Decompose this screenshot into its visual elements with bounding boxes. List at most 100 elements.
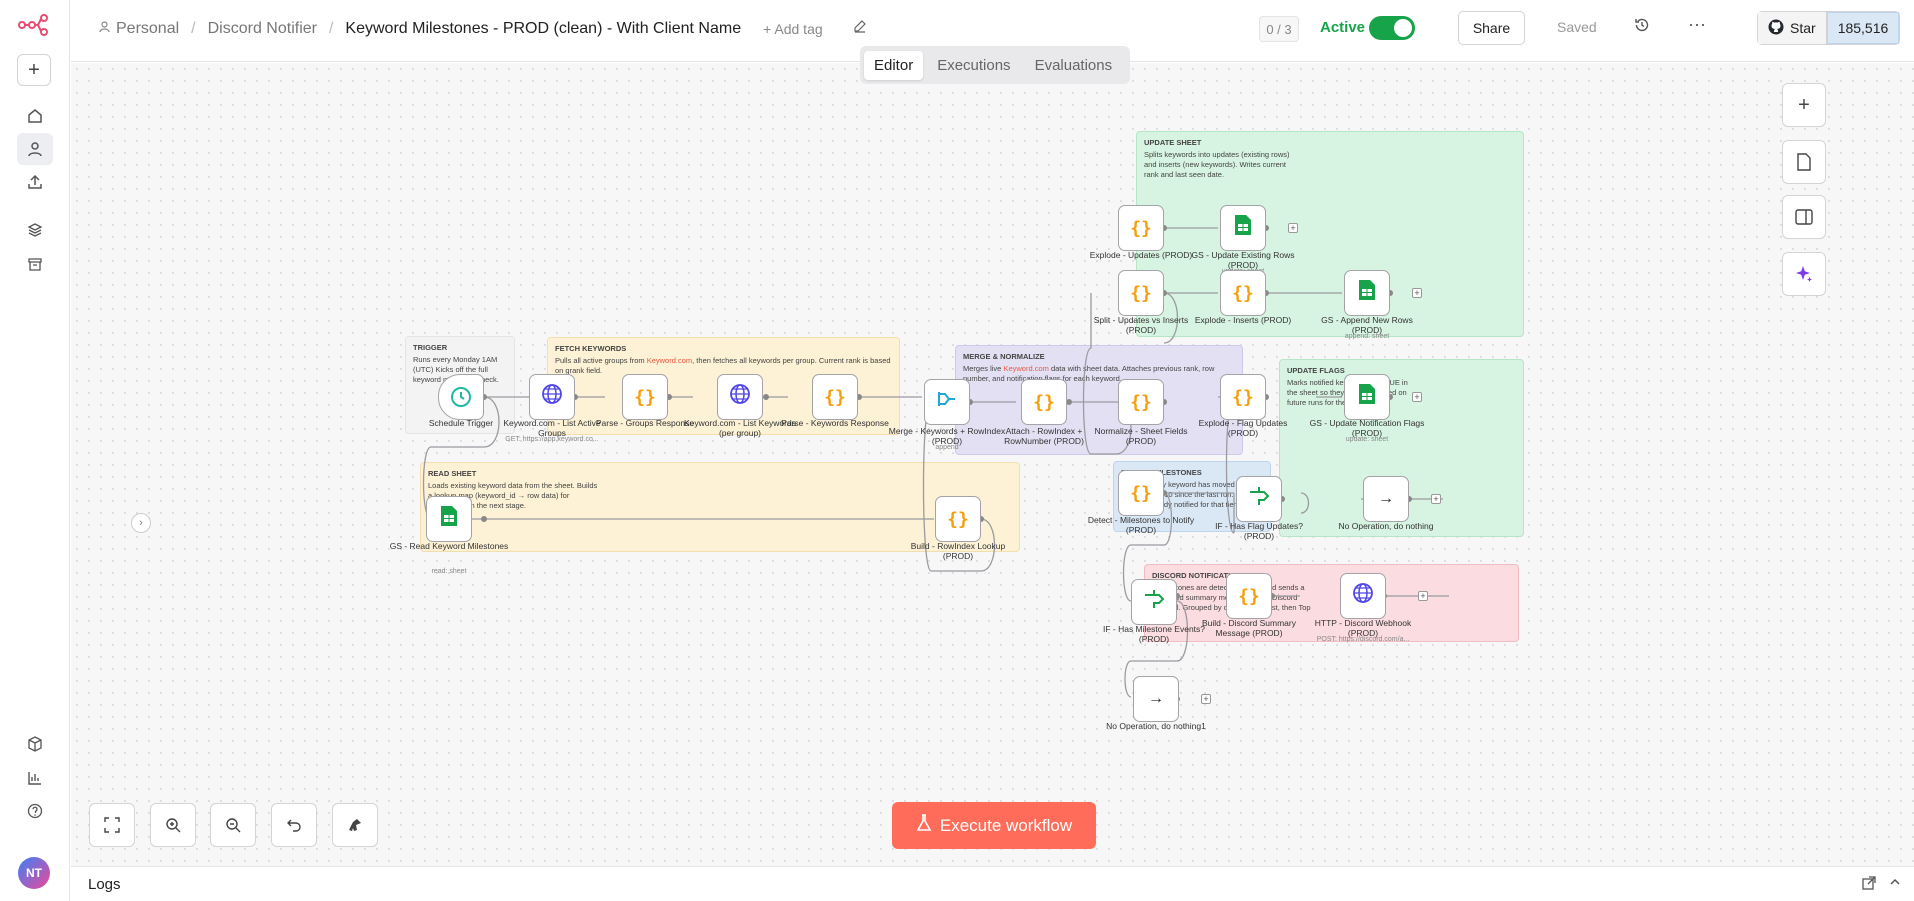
node-subtitle: POST: https://discord.com/a... [1316,636,1410,643]
view-tabs: Editor Executions Evaluations [860,46,1130,84]
node-subtitle: GET: https://app.keyword.co... [505,436,599,443]
execute-workflow-button[interactable]: Execute workflow [892,802,1096,849]
add-tag-button[interactable]: + Add tag [763,21,823,37]
breadcrumb-separator: / [328,19,334,37]
google-sheets-icon [1235,215,1251,241]
sticky-note-icon[interactable] [1782,140,1826,184]
if-milestone-events-node[interactable] [1131,579,1177,625]
n8n-logo-icon[interactable] [18,14,50,41]
edit-description-icon[interactable] [853,19,867,38]
http-discord-webhook-node[interactable] [1340,573,1386,619]
ai-sparkle-icon[interactable] [1782,252,1826,296]
gs-read-sheet-node[interactable] [426,496,472,542]
google-sheets-icon [1359,384,1375,410]
add-node-plus-icon[interactable]: + [1412,392,1422,402]
node-label: Explode - Flag Updates (PROD) [1198,418,1288,439]
breadcrumb-project[interactable]: Personal [116,20,179,38]
active-label: Active [1320,19,1366,36]
explode-inserts-node[interactable]: {} [1220,270,1266,316]
tab-evaluations[interactable]: Evaluations [1025,51,1123,80]
undo-icon[interactable] [271,803,317,847]
fit-view-icon[interactable] [89,803,135,847]
history-icon[interactable] [1634,17,1650,38]
add-node-plus-icon[interactable]: + [1288,223,1298,233]
add-node-plus-icon[interactable]: + [1418,591,1428,601]
add-node-plus-icon[interactable]: + [1431,494,1441,504]
node-label: IF - Has Flag Updates? (PROD) [1215,521,1303,542]
node-subtitle: update: sheet [1345,436,1389,443]
code-icon: {} [1232,282,1254,304]
insights-icon[interactable] [17,762,53,794]
code-icon: {} [1232,386,1254,408]
share-upload-icon[interactable] [17,166,53,198]
explode-flag-updates-node[interactable]: {} [1220,374,1266,420]
parse-keywords-node[interactable]: {} [812,374,858,420]
tab-executions[interactable]: Executions [927,51,1020,80]
code-icon: {} [1238,585,1260,607]
tab-editor[interactable]: Editor [864,50,924,80]
gs-append-rows-node[interactable] [1344,270,1390,316]
tidy-up-broom-icon[interactable] [332,803,378,847]
google-sheets-icon [1359,280,1375,306]
no-operation-node-1[interactable]: → [1133,676,1179,722]
workflow-name[interactable]: Keyword Milestones - PROD (clean) - With… [345,20,741,38]
code-icon: {} [1033,391,1055,413]
add-workflow-button[interactable]: + [17,54,51,86]
if-flag-updates-node[interactable] [1236,476,1282,522]
split-updates-inserts-node[interactable]: {} [1118,270,1164,316]
build-discord-summary-node[interactable]: {} [1226,573,1272,619]
home-icon[interactable] [17,100,53,132]
node-subtitle: append: sheet [1344,333,1390,340]
templates-icon[interactable] [17,728,53,760]
more-options-icon[interactable]: ··· [1688,14,1706,35]
explode-updates-node[interactable]: {} [1118,205,1164,251]
github-star-button[interactable]: Star 185,516 [1757,11,1901,45]
if-branch-icon [1248,486,1270,512]
gs-update-rows-node[interactable] [1220,205,1266,251]
breadcrumb-folder[interactable]: Discord Notifier [208,20,317,38]
normalize-node[interactable]: {} [1118,379,1164,425]
star-count: 185,516 [1826,12,1900,44]
node-label: Build - Discord Summary Message (PROD) [1202,618,1296,639]
zoom-out-icon[interactable] [210,803,256,847]
pop-out-icon[interactable] [1862,876,1876,893]
clock-icon [451,387,471,407]
no-operation-node[interactable]: → [1363,476,1409,522]
layers-icon[interactable] [17,214,53,246]
flask-icon [916,814,932,837]
add-node-plus-icon[interactable]: + [1412,288,1422,298]
node-label: No Operation, do nothing1 [1106,721,1206,731]
keyword-list-keywords-node[interactable] [717,374,763,420]
user-avatar[interactable]: NT [18,857,50,889]
expand-panel-chevron-icon[interactable]: › [131,513,151,533]
logs-panel-bar[interactable]: Logs [71,866,1914,901]
globe-icon [541,383,563,411]
node-label: Build - RowIndex Lookup (PROD) [910,541,1006,562]
node-label: Explode - Inserts (PROD) [1194,315,1292,325]
build-rowindex-node[interactable]: {} [935,496,981,542]
add-node-button[interactable]: + [1782,83,1826,127]
add-node-plus-icon[interactable]: + [1201,694,1211,704]
gs-update-flags-node[interactable] [1344,374,1390,420]
code-icon: {} [947,508,969,530]
code-icon: {} [1130,282,1152,304]
personal-icon[interactable] [17,133,53,165]
workflow-canvas[interactable]: › TRIGGER Runs every Monday 1AM (UTC) Ki… [71,63,1914,866]
archive-icon[interactable] [17,248,53,280]
zoom-in-icon[interactable] [150,803,196,847]
side-panel-icon[interactable] [1782,195,1826,239]
node-label: GS - Read Keyword Milestones [389,541,509,551]
github-icon [1768,19,1784,38]
schedule-trigger-node[interactable] [438,374,484,420]
merge-node[interactable] [924,379,970,425]
merge-icon [936,388,958,416]
share-button[interactable]: Share [1458,11,1525,45]
chevron-up-icon[interactable] [1889,876,1901,891]
keyword-list-groups-node[interactable] [529,374,575,420]
attach-rowindex-node[interactable]: {} [1021,379,1067,425]
detect-milestones-node[interactable]: {} [1118,470,1164,516]
parse-groups-node[interactable]: {} [622,374,668,420]
person-icon [99,21,110,36]
help-icon[interactable] [17,795,53,827]
active-toggle[interactable] [1369,16,1415,40]
